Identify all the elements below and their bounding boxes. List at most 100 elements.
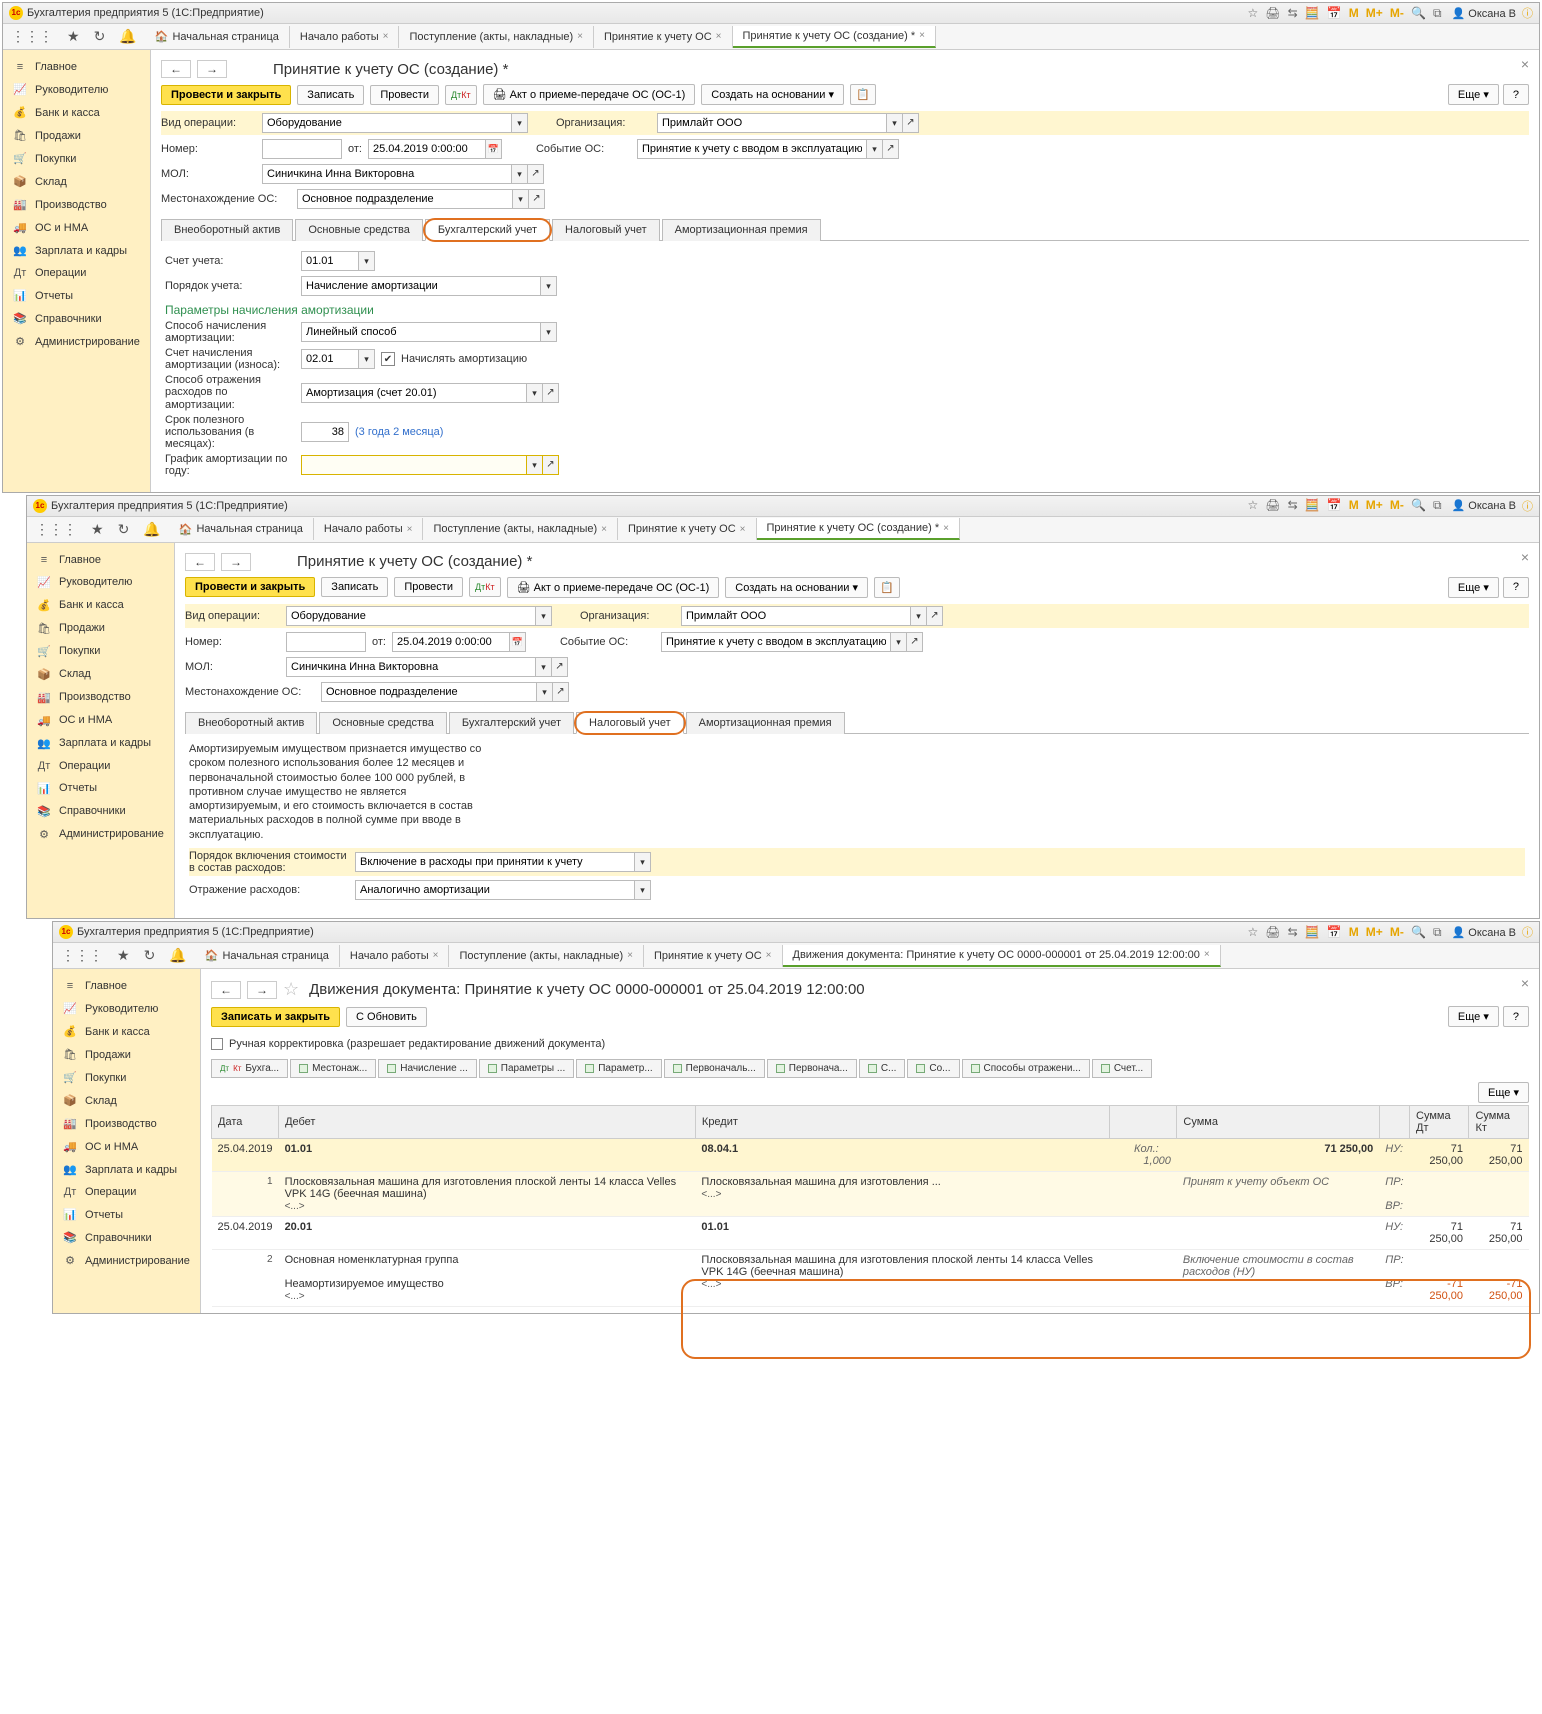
dtkt-button[interactable]: ДтКт bbox=[445, 85, 477, 105]
m-icon[interactable]: M bbox=[1349, 925, 1359, 939]
main-tab[interactable]: Начало работы× bbox=[340, 945, 450, 967]
user-label[interactable]: 👤 Оксана В bbox=[1452, 926, 1516, 939]
close-icon[interactable]: × bbox=[1521, 975, 1529, 991]
main-tab[interactable]: Поступление (акты, накладные)× bbox=[399, 26, 594, 48]
date-input[interactable] bbox=[368, 139, 486, 159]
apps-icon[interactable]: ⋮⋮⋮ bbox=[31, 519, 81, 540]
save-button[interactable]: Записать bbox=[297, 85, 364, 105]
main-tab[interactable]: Поступление (акты, накладные)× bbox=[423, 518, 618, 540]
bell-icon[interactable]: 🔔 bbox=[165, 945, 190, 966]
dropdown-icon[interactable]: ▾ bbox=[911, 606, 927, 626]
close-icon[interactable]: × bbox=[433, 950, 439, 961]
number-input[interactable] bbox=[286, 632, 366, 652]
dropdown-icon[interactable]: ▾ bbox=[536, 657, 552, 677]
main-tab[interactable]: 🏠Начальная страница bbox=[145, 26, 290, 48]
dropdown-icon[interactable]: ▾ bbox=[512, 113, 528, 133]
fav-icon[interactable]: ★ bbox=[113, 945, 134, 966]
op-type-input[interactable] bbox=[286, 606, 536, 626]
dropdown-icon[interactable]: ▾ bbox=[512, 164, 528, 184]
close-icon[interactable]: × bbox=[383, 31, 389, 42]
main-tab[interactable]: Принятие к учету ОС× bbox=[618, 518, 756, 540]
info-icon[interactable]: ⓘ bbox=[1522, 924, 1533, 940]
close-icon[interactable]: × bbox=[919, 30, 925, 41]
post-button[interactable]: Провести bbox=[394, 577, 463, 597]
sidebar-item[interactable]: ≡Главное bbox=[53, 975, 200, 997]
close-icon[interactable]: × bbox=[766, 950, 772, 961]
dropdown-icon[interactable]: ▾ bbox=[537, 682, 553, 702]
act-button[interactable]: 🖨 Акт о приеме-передаче ОС (ОС-1) bbox=[483, 84, 696, 105]
print-icon[interactable]: 🖨 bbox=[1265, 925, 1280, 939]
open-icon[interactable]: ↗ bbox=[543, 455, 559, 475]
zoom-icon[interactable]: 🔍 bbox=[1411, 498, 1426, 512]
compare-icon[interactable]: ⇆ bbox=[1288, 6, 1298, 20]
dropdown-icon[interactable]: ▾ bbox=[359, 349, 375, 369]
back-button[interactable]: ← bbox=[185, 553, 215, 571]
date-input[interactable] bbox=[392, 632, 510, 652]
sidebar-item[interactable]: 🛒Покупки bbox=[53, 1066, 200, 1089]
sidebar-item[interactable]: ДтОперации bbox=[27, 755, 174, 777]
sidebar-item[interactable]: 🛒Покупки bbox=[3, 147, 150, 170]
mol-input[interactable] bbox=[286, 657, 536, 677]
close-icon[interactable]: × bbox=[1204, 949, 1210, 960]
tool-icon[interactable]: ☆ bbox=[1247, 6, 1258, 20]
main-tab[interactable]: Движения документа: Принятие к учету ОС … bbox=[783, 945, 1221, 967]
post-close-button[interactable]: Провести и закрыть bbox=[185, 577, 315, 597]
sidebar-item[interactable]: 🛍Продажи bbox=[27, 617, 174, 640]
inner-tab[interactable]: Внеоборотный актив bbox=[185, 712, 317, 734]
close-icon[interactable]: × bbox=[407, 524, 413, 535]
tool-icon[interactable]: ☆ bbox=[1247, 925, 1258, 939]
sidebar-item[interactable]: 📈Руководителю bbox=[53, 997, 200, 1020]
sidebar-item[interactable]: 📚Справочники bbox=[27, 800, 174, 823]
inner-tab[interactable]: Амортизационная премия bbox=[686, 712, 845, 734]
sidebar-item[interactable]: ДтОперации bbox=[3, 262, 150, 284]
dep-checkbox[interactable]: ✔ bbox=[381, 352, 395, 366]
open-icon[interactable]: ↗ bbox=[529, 189, 545, 209]
movement-tab[interactable]: Параметры ... bbox=[479, 1059, 574, 1078]
m-minus-icon[interactable]: M- bbox=[1390, 925, 1404, 939]
calc-icon[interactable]: 🧮 bbox=[1305, 925, 1320, 939]
manual-checkbox[interactable] bbox=[211, 1038, 223, 1050]
more-button[interactable]: Еще ▾ bbox=[1448, 84, 1499, 105]
close-icon[interactable]: × bbox=[577, 31, 583, 42]
more-button[interactable]: Еще ▾ bbox=[1448, 577, 1499, 598]
sidebar-item[interactable]: 📈Руководителю bbox=[27, 571, 174, 594]
dropdown-icon[interactable]: ▾ bbox=[527, 455, 543, 475]
exp-input[interactable] bbox=[301, 383, 527, 403]
forward-button[interactable]: → bbox=[221, 553, 251, 571]
m-plus-icon[interactable]: M+ bbox=[1366, 6, 1383, 20]
zoom-icon[interactable]: 🔍 bbox=[1411, 925, 1426, 939]
calendar-icon[interactable]: 📅 bbox=[1327, 925, 1342, 939]
apps-icon[interactable]: ⋮⋮⋮ bbox=[7, 26, 57, 47]
calendar-icon[interactable]: 📅 bbox=[510, 632, 526, 652]
sidebar-item[interactable]: 🏭Производство bbox=[3, 193, 150, 216]
m-icon[interactable]: M bbox=[1349, 498, 1359, 512]
sched-input[interactable] bbox=[301, 455, 527, 475]
sidebar-item[interactable]: ⚙Администрирование bbox=[27, 823, 174, 846]
sidebar-item[interactable]: ⚙Администрирование bbox=[53, 1249, 200, 1272]
sidebar-item[interactable]: 👥Зарплата и кадры bbox=[3, 239, 150, 262]
movement-tab[interactable]: Начисление ... bbox=[378, 1059, 477, 1078]
create-based-button[interactable]: Создать на основании ▾ bbox=[725, 577, 868, 598]
star-icon[interactable]: ☆ bbox=[283, 979, 299, 1000]
sidebar-item[interactable]: 💰Банк и касса bbox=[53, 1020, 200, 1043]
org-input[interactable] bbox=[657, 113, 887, 133]
sidebar-item[interactable]: 🛍Продажи bbox=[3, 124, 150, 147]
open-icon[interactable]: ↗ bbox=[907, 632, 923, 652]
main-tab[interactable]: 🏠Начальная страница bbox=[195, 945, 340, 967]
extra-button[interactable]: 📋 bbox=[850, 84, 876, 105]
dropdown-icon[interactable]: ▾ bbox=[541, 276, 557, 296]
tool-icon[interactable]: ☆ bbox=[1247, 498, 1258, 512]
sidebar-item[interactable]: 📦Склад bbox=[53, 1089, 200, 1112]
sidebar-item[interactable]: 📊Отчеты bbox=[53, 1203, 200, 1226]
sidebar-item[interactable]: 🛒Покупки bbox=[27, 640, 174, 663]
forward-button[interactable]: → bbox=[247, 981, 277, 999]
apps-icon[interactable]: ⋮⋮⋮ bbox=[57, 945, 107, 966]
user-label[interactable]: 👤 Оксана В bbox=[1452, 499, 1516, 512]
inner-tab[interactable]: Основные средства bbox=[295, 219, 423, 241]
refl-input[interactable] bbox=[355, 880, 635, 900]
m-plus-icon[interactable]: M+ bbox=[1366, 498, 1383, 512]
m-minus-icon[interactable]: M- bbox=[1390, 498, 1404, 512]
compare-icon[interactable]: ⇆ bbox=[1288, 925, 1298, 939]
open-icon[interactable]: ↗ bbox=[553, 682, 569, 702]
dropdown-icon[interactable]: ▾ bbox=[541, 322, 557, 342]
